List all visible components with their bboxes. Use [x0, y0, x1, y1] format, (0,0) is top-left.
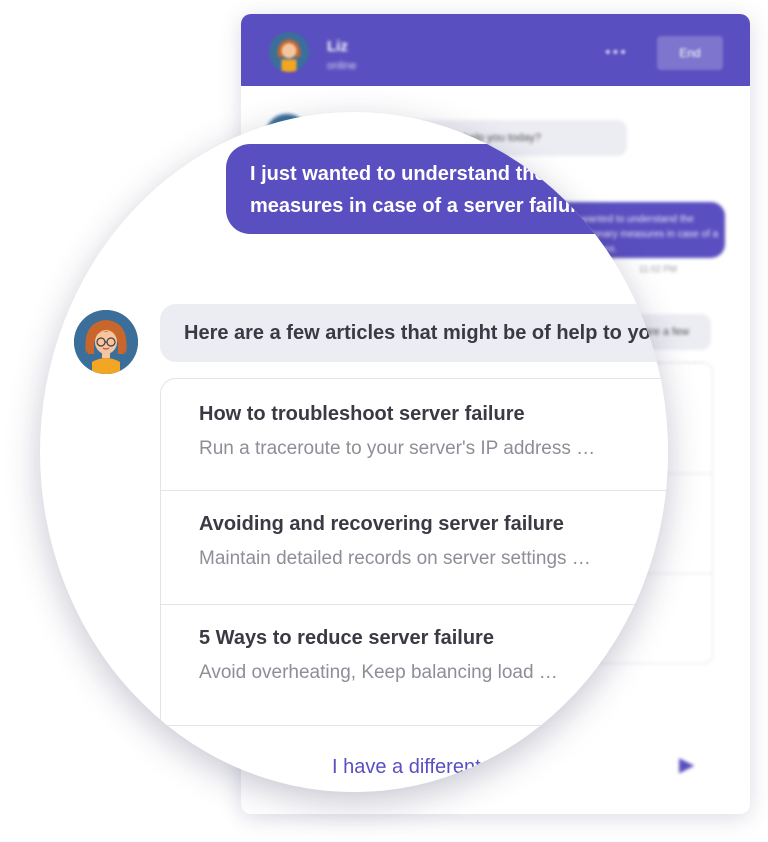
user-message-bubble: I just wanted to understand the precauti…	[226, 144, 668, 234]
user-message-line-1: I just wanted to understand the precauti…	[250, 163, 668, 185]
article-description: Maintain detailed records on server sett…	[199, 548, 591, 569]
agent-status: online	[327, 60, 357, 72]
divider	[161, 725, 668, 726]
send-icon[interactable]: ▶	[679, 752, 694, 777]
different-question-link[interactable]: I have a different question	[332, 756, 562, 779]
chat-header: Liz online ••• End	[241, 14, 750, 86]
divider	[161, 604, 668, 605]
more-options-icon[interactable]: •••	[605, 44, 628, 62]
article-item[interactable]: How to troubleshoot server failure Run a…	[161, 403, 668, 460]
agent-avatar	[269, 32, 309, 72]
end-chat-button[interactable]: End	[657, 36, 723, 70]
article-title[interactable]: 5 Ways to reduce server failure	[199, 627, 668, 650]
article-description: Run a traceroute to your server's IP add…	[199, 438, 596, 459]
articles-card: How to troubleshoot server failure Run a…	[160, 378, 668, 792]
divider	[161, 490, 668, 491]
article-item[interactable]: Avoiding and recovering server failure M…	[161, 513, 668, 570]
bot-reply-bubble: Here are a few articles that might be of…	[160, 304, 668, 362]
bot-avatar	[74, 310, 138, 374]
article-title[interactable]: How to troubleshoot server failure	[199, 403, 668, 426]
user-message-line-2: measures in case of a server failure.	[250, 195, 595, 217]
agent-name: Liz	[327, 38, 348, 55]
article-description: Avoid overheating, Keep balancing load …	[199, 662, 558, 683]
article-title[interactable]: Avoiding and recovering server failure	[199, 513, 668, 536]
magnifier-lens: I just wanted to understand the precauti…	[40, 112, 668, 792]
article-item[interactable]: 5 Ways to reduce server failure Avoid ov…	[161, 627, 668, 684]
